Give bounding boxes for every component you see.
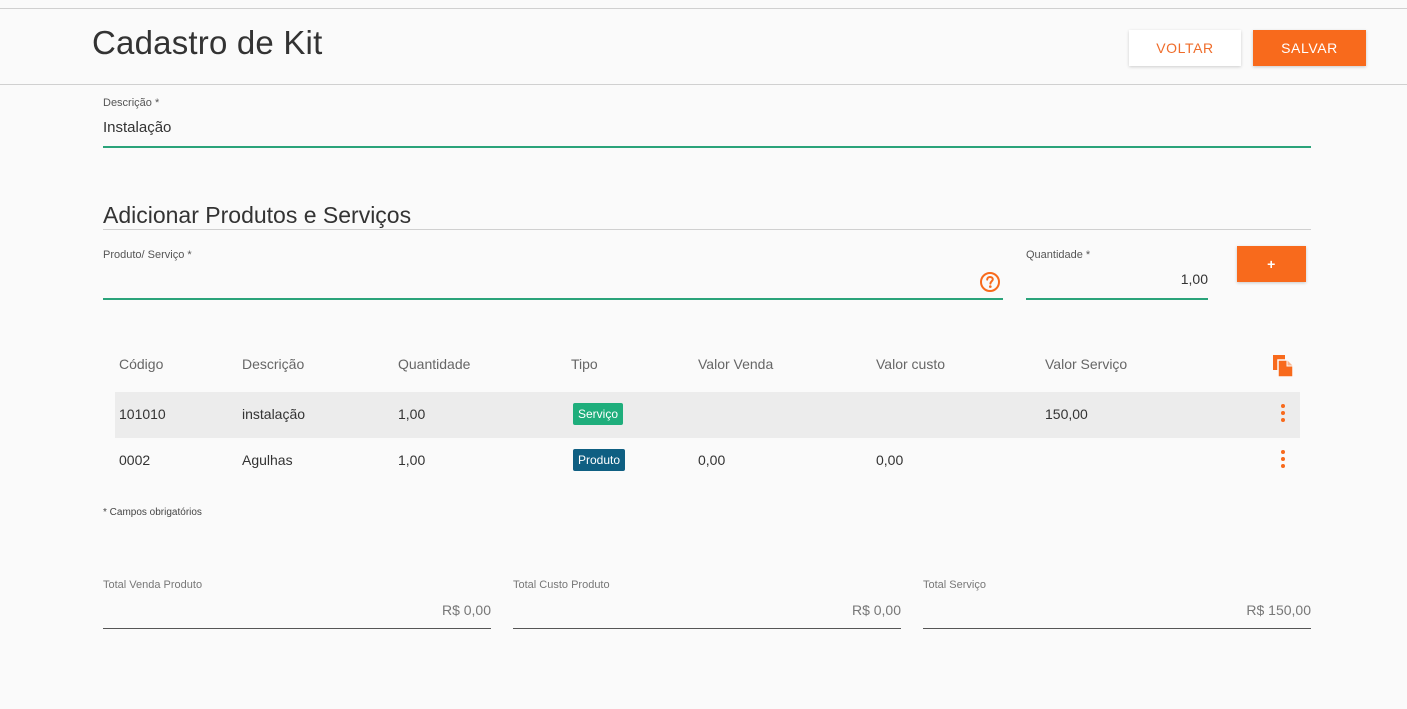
row-menu-icon[interactable] <box>1277 404 1289 424</box>
top-divider <box>0 8 1407 9</box>
column-header-valor-servico: Valor Serviço <box>1045 356 1128 372</box>
cell-codigo: 101010 <box>119 406 166 422</box>
save-button[interactable]: SALVAR <box>1253 30 1366 66</box>
cell-descricao: Agulhas <box>242 452 293 468</box>
add-item-button[interactable]: + <box>1237 246 1306 282</box>
column-header-quantidade: Quantidade <box>398 356 471 372</box>
question-circle-icon[interactable] <box>979 271 1001 293</box>
total-venda-value: R$ 0,00 <box>441 602 491 618</box>
page-title: Cadastro de Kit <box>92 24 323 61</box>
total-servico-label: Total Serviço <box>923 579 986 591</box>
quantity-underline <box>1026 298 1208 300</box>
column-header-valor-venda: Valor Venda <box>698 356 774 372</box>
section-divider <box>103 229 1311 230</box>
total-custo-value: R$ 0,00 <box>851 602 901 618</box>
cell-quantidade: 1,00 <box>398 406 426 422</box>
header-divider <box>0 84 1407 85</box>
required-fields-note: * Campos obrigatórios <box>103 507 202 518</box>
total-servico-value: R$ 150,00 <box>1246 602 1311 618</box>
cell-quantidade: 1,00 <box>398 452 426 468</box>
table-row: 101010 instalação 1,00 Serviço 150,00 <box>115 392 1300 438</box>
column-header-descricao: Descrição <box>242 356 305 372</box>
column-header-codigo: Código <box>119 356 164 372</box>
back-button[interactable]: VOLTAR <box>1129 30 1241 66</box>
descricao-input[interactable]: Instalação <box>103 119 171 136</box>
section-title: Adicionar Produtos e Serviços <box>103 202 412 228</box>
descricao-underline <box>103 146 1311 148</box>
cell-valor-custo: 0,00 <box>876 452 904 468</box>
column-header-valor-custo: Valor custo <box>876 356 945 372</box>
cell-descricao: instalação <box>242 406 306 422</box>
quantity-input[interactable]: 1,00 <box>1026 271 1208 287</box>
cell-codigo: 0002 <box>119 452 151 468</box>
total-custo-label: Total Custo Produto <box>513 579 610 591</box>
table-row: 0002 Agulhas 1,00 Produto 0,00 0,00 <box>115 438 1300 484</box>
total-servico-underline <box>923 628 1311 629</box>
total-custo-underline <box>513 628 901 629</box>
product-input[interactable] <box>103 272 963 292</box>
quantity-label: Quantidade * <box>1026 249 1091 261</box>
cell-valor-servico: 150,00 <box>1045 406 1088 422</box>
descricao-label: Descrição * <box>103 97 160 109</box>
product-label: Produto/ Serviço * <box>103 249 192 261</box>
row-menu-icon[interactable] <box>1277 450 1289 470</box>
type-badge-servico: Serviço <box>573 403 624 425</box>
total-venda-underline <box>103 628 491 629</box>
total-venda-label: Total Venda Produto <box>103 579 203 591</box>
column-header-tipo: Tipo <box>571 356 598 372</box>
copy-icon[interactable] <box>1272 354 1294 378</box>
cell-valor-venda: 0,00 <box>698 452 726 468</box>
type-badge-produto: Produto <box>573 449 626 471</box>
product-underline <box>103 298 1003 300</box>
